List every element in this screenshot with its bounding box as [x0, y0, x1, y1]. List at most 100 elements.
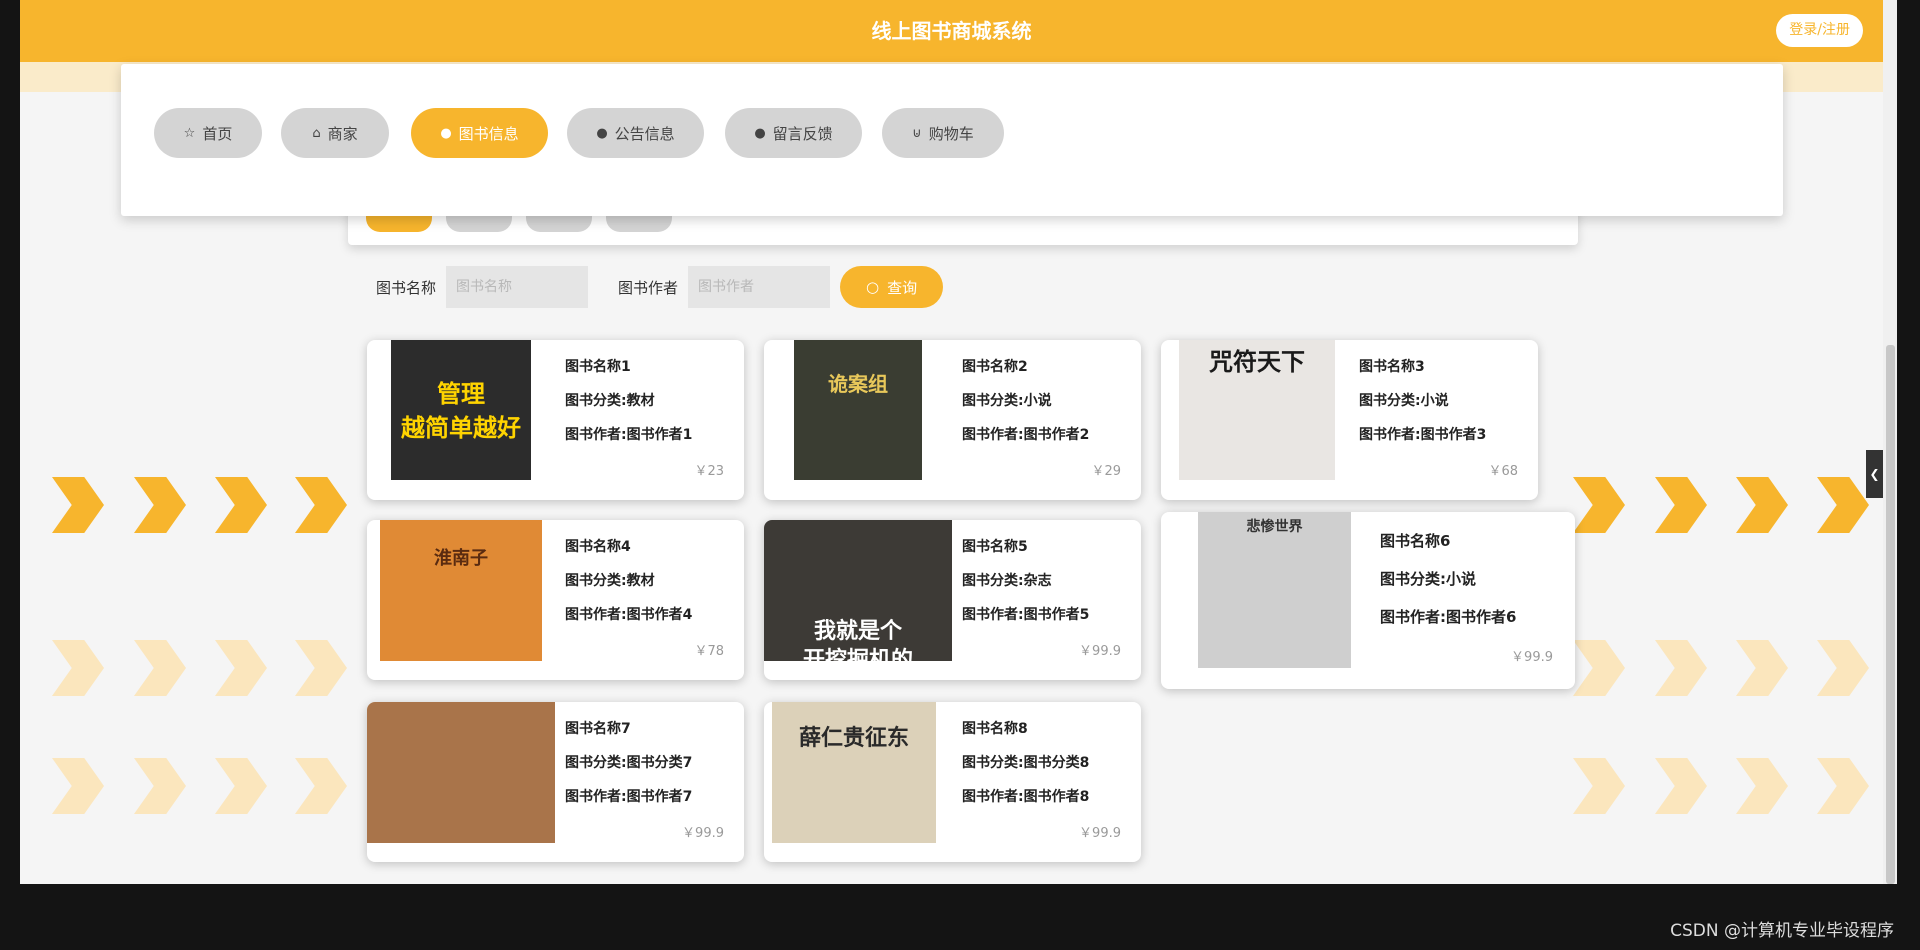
book-name: 图书名称5 — [962, 539, 1028, 555]
site-title: 线上图书商城系统 — [871, 19, 1032, 43]
search-button-label: 查询 — [887, 278, 918, 297]
chevron-decoration-icon — [215, 640, 267, 696]
book-category: 图书分类:教材 — [565, 573, 655, 589]
book-author: 图书作者:图书作者5 — [962, 607, 1090, 623]
search-button[interactable]: ○ 查询 — [840, 266, 944, 308]
book-name: 图书名称8 — [962, 721, 1028, 737]
chevron-decoration-icon — [215, 477, 267, 533]
chevron-decoration-icon — [134, 640, 186, 696]
book-cover-image — [367, 702, 555, 843]
cover-title: 我就是个 开挖掘机的 — [802, 619, 913, 661]
search-icon: ○ — [865, 278, 880, 296]
chevron-decoration-icon — [1655, 640, 1707, 696]
book-category: 图书分类:杂志 — [962, 573, 1052, 589]
chevron-decoration-icon — [1736, 640, 1788, 696]
nav-cart[interactable]: ⊍ 购物车 — [882, 108, 1004, 158]
book-name: 图书名称7 — [565, 721, 631, 737]
cover-title: 淮南子 — [434, 548, 488, 569]
book-name-input[interactable] — [446, 266, 589, 308]
chevron-decoration-icon — [215, 758, 267, 814]
book-card[interactable]: 图书名称7 图书分类:图书分类7 图书作者:图书作者7 ￥99.9 — [367, 702, 744, 862]
book-price: ￥99.9 — [682, 826, 724, 841]
csdn-watermark: CSDN @计算机专业毕设程序 — [1670, 921, 1894, 941]
nav-announcements[interactable]: ● 公告信息 — [567, 108, 704, 158]
cover-title: 悲惨世界 — [1246, 519, 1303, 535]
book-name: 图书名称3 — [1359, 359, 1425, 375]
book-card[interactable]: 薛仁贵征东 图书名称8 图书分类:图书分类8 图书作者:图书作者8 ￥99.9 — [764, 702, 1141, 862]
chevron-decoration-icon — [52, 477, 104, 533]
book-category: 图书分类:图书分类7 — [565, 755, 693, 771]
book-author: 图书作者:图书作者6 — [1380, 608, 1517, 626]
book-card[interactable]: 悲惨世界 图书名称6 图书分类:小说 图书作者:图书作者6 ￥99.9 — [1161, 512, 1575, 689]
book-price: ￥78 — [694, 644, 724, 659]
cover-title: 诡案组 — [828, 372, 888, 396]
book-price: ￥68 — [1488, 464, 1518, 479]
cover-title: 薛仁贵征东 — [798, 726, 909, 751]
book-price: ￥99.9 — [1511, 650, 1553, 665]
chevron-decoration-icon — [1655, 477, 1707, 533]
book-author: 图书作者:图书作者1 — [565, 427, 693, 443]
book-cover-image: 悲惨世界 — [1198, 512, 1351, 668]
chevron-left-icon: ❮ — [1869, 467, 1880, 481]
nav-feedback[interactable]: ● 留言反馈 — [725, 108, 862, 158]
book-cover-image: 管理 越简单越好 — [391, 340, 531, 480]
nav-merchant-label: 商家 — [327, 124, 358, 143]
nav-feedback-label: 留言反馈 — [772, 124, 833, 143]
chevron-decoration-icon — [1817, 758, 1869, 814]
nav-home-label: 首页 — [202, 124, 233, 143]
scrollbar-thumb[interactable] — [1886, 345, 1895, 884]
search-bar: 图书名称 图书作者 ○ 查询 — [376, 266, 944, 308]
book-author: 图书作者:图书作者8 — [962, 789, 1090, 805]
chevron-decoration-icon — [295, 640, 347, 696]
bag-icon: ⌂ — [312, 125, 321, 141]
side-panel-toggle[interactable]: ❮ — [1866, 450, 1883, 498]
book-category: 图书分类:教材 — [565, 393, 655, 409]
book-cover-image: 薛仁贵征东 — [772, 702, 936, 843]
cart-icon: ⊍ — [912, 125, 922, 141]
nav-cart-label: 购物车 — [928, 124, 974, 143]
question-icon: ● — [596, 125, 608, 141]
book-card[interactable]: 诡案组 图书名称2 图书分类:小说 图书作者:图书作者2 ￥29 — [764, 340, 1141, 500]
nav-home[interactable]: ☆ 首页 — [154, 108, 262, 158]
chevron-decoration-icon — [1817, 477, 1869, 533]
chevron-decoration-icon — [1736, 758, 1788, 814]
book-category: 图书分类:小说 — [1380, 570, 1476, 588]
nav-merchant[interactable]: ⌂ 商家 — [281, 108, 389, 158]
star-icon: ☆ — [183, 125, 196, 141]
book-author-input[interactable] — [688, 266, 831, 308]
book-name: 图书名称1 — [565, 359, 631, 375]
info-icon: ● — [754, 125, 766, 141]
book-cover-image: 淮南子 — [380, 520, 542, 661]
nav-book-info-label: 图书信息 — [458, 124, 519, 143]
book-author: 图书作者:图书作者4 — [565, 607, 693, 623]
book-card[interactable]: 淮南子 图书名称4 图书分类:教材 图书作者:图书作者4 ￥78 — [367, 520, 744, 680]
book-price: ￥23 — [694, 464, 724, 479]
book-author-label: 图书作者 — [618, 278, 679, 297]
book-cover-image: 诡案组 — [794, 340, 922, 480]
book-card[interactable]: 我就是个 开挖掘机的 图书名称5 图书分类:杂志 图书作者:图书作者5 ￥99.… — [764, 520, 1141, 680]
main-nav: ☆ 首页 ⌂ 商家 ● 图书信息 ● 公告信息 ● 留言反馈 ⊍ 购物车 — [121, 64, 1783, 216]
book-category: 图书分类:小说 — [1359, 393, 1449, 409]
chevron-decoration-icon — [134, 758, 186, 814]
chevron-decoration-icon — [1817, 640, 1869, 696]
login-register-button[interactable]: 登录/注册 — [1776, 14, 1863, 47]
book-price: ￥99.9 — [1079, 826, 1121, 841]
chevron-decoration-icon — [134, 477, 186, 533]
chevron-decoration-icon — [1573, 640, 1625, 696]
book-price: ￥99.9 — [1079, 644, 1121, 659]
nav-book-info[interactable]: ● 图书信息 — [411, 108, 548, 158]
book-author: 图书作者:图书作者7 — [565, 789, 693, 805]
cover-title: 咒符天下 — [1209, 348, 1305, 376]
top-bar: 线上图书商城系统 登录/注册 — [20, 0, 1883, 62]
book-cover-image: 我就是个 开挖掘机的 — [764, 520, 952, 661]
chevron-decoration-icon — [295, 477, 347, 533]
book-name-label: 图书名称 — [376, 278, 437, 297]
book-card[interactable]: 管理 越简单越好 图书名称1 图书分类:教材 图书作者:图书作者1 ￥23 — [367, 340, 744, 500]
book-price: ￥29 — [1091, 464, 1121, 479]
page-canvas: 线上图书商城系统 登录/注册 ☆ 首页 ⌂ 商家 ● 图书信息 ● 公告信息 ●… — [20, 0, 1883, 884]
chevron-decoration-icon — [52, 758, 104, 814]
book-card[interactable]: 咒符天下 图书名称3 图书分类:小说 图书作者:图书作者3 ￥68 — [1161, 340, 1538, 500]
info-icon: ● — [440, 125, 452, 141]
book-author: 图书作者:图书作者3 — [1359, 427, 1487, 443]
chevron-decoration-icon — [1573, 477, 1625, 533]
